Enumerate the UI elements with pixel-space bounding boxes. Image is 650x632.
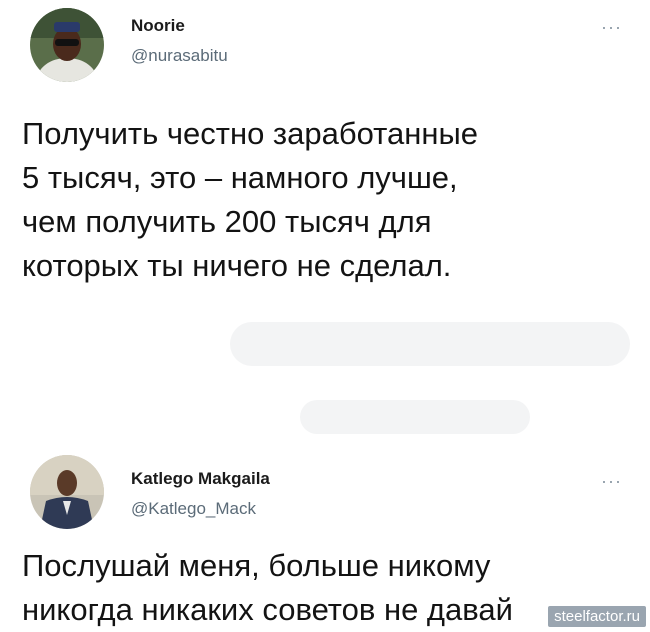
avatar[interactable]	[30, 8, 104, 82]
tweet-card: Katlego Makgaila @Katlego_Mack ··· Послу…	[0, 440, 650, 631]
blurred-area	[300, 400, 530, 434]
watermark: steelfactor.ru	[548, 606, 646, 627]
tweet-text: Послушай меня, больше никому никогда ник…	[22, 548, 513, 627]
avatar[interactable]	[30, 455, 104, 529]
author-name[interactable]: Katlego Makgaila	[131, 469, 270, 489]
tweet-card: Noorie @nurasabitu ··· Получить честно з…	[0, 0, 650, 440]
more-options-icon[interactable]: ···	[601, 18, 622, 36]
more-options-icon[interactable]: ···	[601, 472, 622, 490]
avatar-image	[30, 8, 104, 82]
avatar-image	[30, 455, 104, 529]
author-handle[interactable]: @nurasabitu	[131, 46, 228, 66]
author-handle[interactable]: @Katlego_Mack	[131, 499, 256, 519]
tweet-text: Получить честно заработанные 5 тысяч, эт…	[22, 116, 479, 283]
author-name[interactable]: Noorie	[131, 16, 185, 36]
blurred-area	[230, 322, 630, 366]
